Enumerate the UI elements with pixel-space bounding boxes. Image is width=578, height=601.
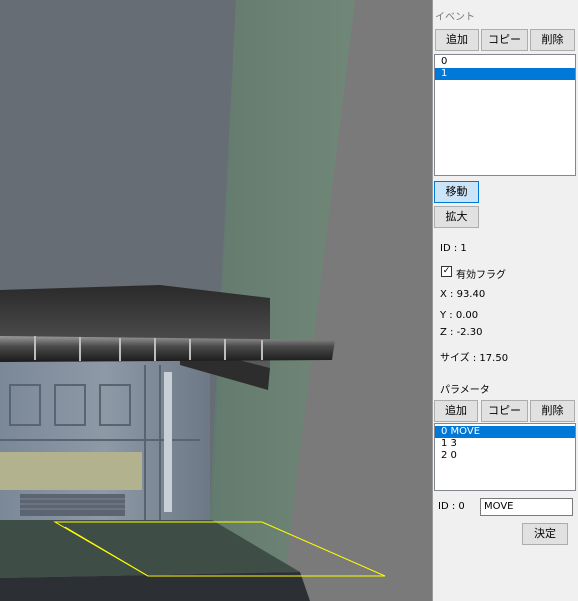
param-copy-button[interactable]: コピー: [481, 400, 528, 422]
event-list-item[interactable]: 0: [435, 56, 575, 68]
param-add-button[interactable]: 追加: [434, 400, 478, 422]
param-list[interactable]: 0 MOVE 1 3 2 0: [434, 423, 576, 491]
event-list-item-selected[interactable]: 1: [435, 68, 575, 80]
id-label: ID : 1: [440, 243, 467, 254]
param-delete-button[interactable]: 削除: [530, 400, 575, 422]
param-value-input[interactable]: MOVE: [480, 498, 573, 516]
enabled-flag-label: 有効フラグ: [456, 270, 506, 281]
param-list-item-selected[interactable]: 0 MOVE: [435, 426, 575, 438]
y-coordinate: Y : 0.00: [440, 310, 479, 321]
wall-band: [0, 452, 142, 490]
param-list-item[interactable]: 2 0: [435, 450, 575, 462]
size-value: サイズ : 17.50: [440, 353, 509, 364]
scene-render: [0, 0, 432, 601]
param-panel-title: パラメータ: [440, 385, 490, 396]
wall-pillar: [164, 372, 172, 512]
param-id-label: ID : 0: [438, 501, 465, 512]
event-add-button[interactable]: 追加: [435, 29, 479, 51]
event-list[interactable]: 0 1: [434, 54, 576, 176]
vent-grille: [20, 494, 125, 516]
enabled-flag-checkbox[interactable]: ✓: [441, 266, 452, 277]
3d-viewport[interactable]: [0, 0, 432, 601]
side-panel: イベント 追加 コピー 削除 0 1 移動 拡大 ID : 1 ✓ 有効フラグ …: [432, 0, 578, 601]
gutter: [0, 336, 335, 362]
move-button[interactable]: 移動: [434, 181, 479, 203]
scale-button[interactable]: 拡大: [434, 206, 479, 228]
event-copy-button[interactable]: コピー: [481, 29, 528, 51]
event-delete-button[interactable]: 削除: [530, 29, 575, 51]
z-coordinate: Z : -2.30: [440, 327, 483, 338]
ok-button[interactable]: 決定: [522, 523, 568, 545]
x-coordinate: X : 93.40: [440, 289, 486, 300]
param-list-item[interactable]: 1 3: [435, 438, 575, 450]
event-panel-title: イベント: [435, 12, 475, 23]
